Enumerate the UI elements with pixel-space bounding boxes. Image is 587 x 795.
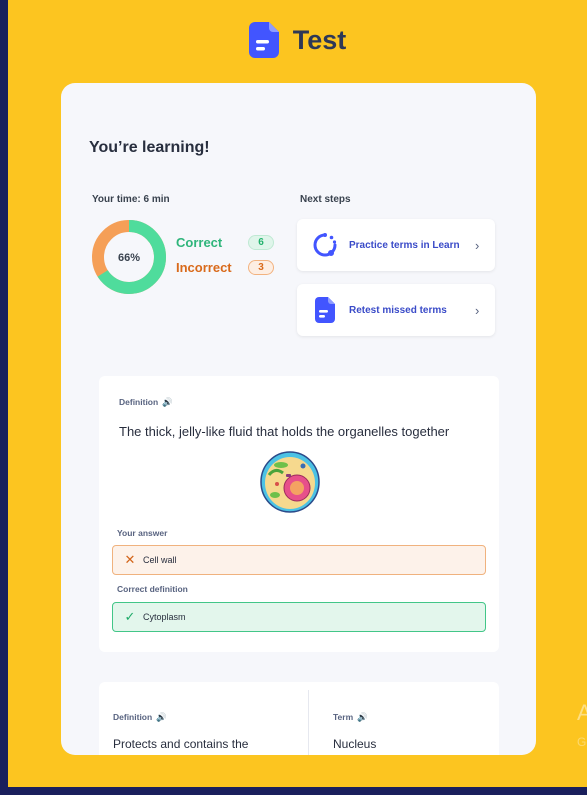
results-card: You’re learning! Your time: 6 min 66% Co…	[61, 83, 536, 755]
score-donut-chart: 66%	[92, 220, 166, 294]
correct-legend: Correct 6	[176, 235, 274, 250]
page-title: Test	[292, 24, 347, 55]
definition-text: The thick, jelly-like fluid that holds t…	[119, 424, 450, 439]
results-heading: You’re learning!	[89, 139, 210, 156]
app-background: Test You’re learning! Your time: 6 min 6…	[8, 0, 587, 787]
watermark-text: A	[577, 700, 587, 725]
your-answer-box: ✕ Cell wall	[112, 545, 486, 575]
term-text: Nucleus	[333, 737, 377, 751]
chevron-right-icon: ›	[475, 302, 480, 318]
correct-count-badge: 6	[248, 235, 274, 250]
incorrect-count-badge: 3	[248, 260, 274, 275]
correct-answer-box: ✓ Cytoplasm	[112, 602, 486, 632]
retest-missed-terms-label: Retest missed terms	[349, 304, 447, 316]
your-answer-text: Cell wall	[143, 555, 177, 565]
header: Test	[8, 22, 587, 58]
speaker-icon[interactable]: 🔊	[156, 712, 167, 722]
chevron-right-icon: ›	[475, 237, 480, 253]
speaker-icon[interactable]: 🔊	[357, 712, 368, 722]
animal-cell-illustration	[260, 451, 320, 513]
check-icon: ✓	[124, 609, 136, 624]
time-label: Your time: 6 min	[92, 194, 170, 205]
term-label: Term 🔊	[333, 712, 368, 722]
definition-label: Definition 🔊	[119, 397, 173, 407]
question-card: Definition 🔊 Term 🔊 Protects and contains …	[99, 682, 499, 755]
correct-answer-text: Cytoplasm	[143, 612, 186, 622]
correct-label: Correct	[176, 235, 223, 250]
speaker-icon[interactable]: 🔊	[162, 397, 173, 407]
retest-document-icon	[305, 297, 345, 323]
incorrect-label: Incorrect	[176, 260, 232, 275]
practice-in-learn-button[interactable]: Practice terms in Learn ›	[297, 219, 495, 271]
correct-definition-label: Correct definition	[117, 584, 188, 594]
definition-text: Protects and contains the	[113, 737, 249, 751]
practice-in-learn-label: Practice terms in Learn	[349, 239, 460, 251]
column-divider	[308, 690, 309, 755]
test-document-icon	[248, 22, 279, 58]
learn-cycle-icon	[305, 232, 345, 258]
close-icon: ✕	[124, 552, 136, 567]
next-steps-label: Next steps	[300, 194, 351, 205]
question-card: Definition 🔊 The thick, jelly-like fluid …	[99, 376, 499, 652]
incorrect-legend: Incorrect 3	[176, 260, 274, 275]
definition-label: Definition 🔊	[113, 712, 167, 722]
retest-missed-terms-button[interactable]: Retest missed terms ›	[297, 284, 495, 336]
watermark-subtext: Go	[577, 735, 587, 749]
score-percent: 66%	[118, 252, 140, 264]
your-answer-label: Your answer	[117, 528, 168, 538]
